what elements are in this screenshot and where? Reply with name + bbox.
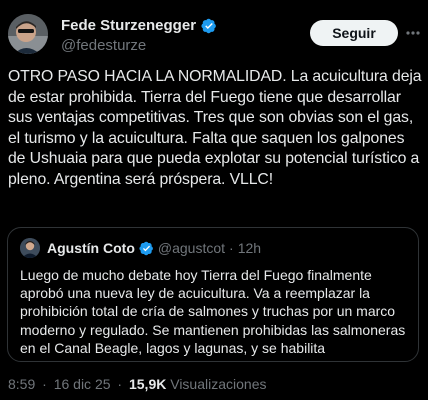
quoted-author-avatar-image: [20, 238, 40, 258]
quoted-author-name[interactable]: Agustín Coto: [47, 240, 135, 256]
tweet: Fede Sturzenegger @fedesturze Seguir OTR…: [0, 0, 428, 400]
views-count: 15,9K: [128, 376, 167, 392]
verified-badge-icon: [201, 18, 217, 34]
tweet-date[interactable]: 16 dic 25: [54, 376, 111, 392]
quoted-verified-badge-icon: [139, 241, 154, 256]
more-dots-icon[interactable]: [405, 26, 421, 40]
tweet-time[interactable]: 8:59: [8, 376, 35, 392]
quoted-author-handle[interactable]: @agustcot: [158, 240, 225, 256]
author-name-text: Fede Sturzenegger: [61, 17, 197, 34]
quoted-tweet-text: Luego de mucho debate hoy Tierra del Fue…: [20, 267, 406, 356]
quoted-tweet[interactable]: Agustín Coto @agustcot · 12h Luego de mu…: [7, 227, 419, 362]
footer-separator: ·: [42, 376, 47, 392]
follow-button[interactable]: Seguir: [310, 20, 398, 46]
author-avatar[interactable]: [8, 14, 48, 54]
author-handle[interactable]: @fedesturze: [61, 37, 146, 54]
views-label: Visualizaciones: [170, 376, 267, 392]
tweet-text: OTRO PASO HACIA LA NORMALIDAD. La acuicu…: [8, 68, 422, 188]
author-avatar-image: [8, 14, 48, 54]
tweet-footer: 8:59 · 16 dic 25 · 15,9K Visualizaciones: [8, 376, 266, 392]
footer-separator: ·: [117, 376, 123, 392]
quoted-timestamp[interactable]: 12h: [238, 240, 261, 256]
quoted-header: Agustín Coto @agustcot · 12h: [47, 240, 261, 256]
quoted-separator: ·: [229, 240, 234, 256]
author-name[interactable]: Fede Sturzenegger: [61, 17, 217, 34]
quoted-author-avatar[interactable]: [20, 238, 40, 258]
